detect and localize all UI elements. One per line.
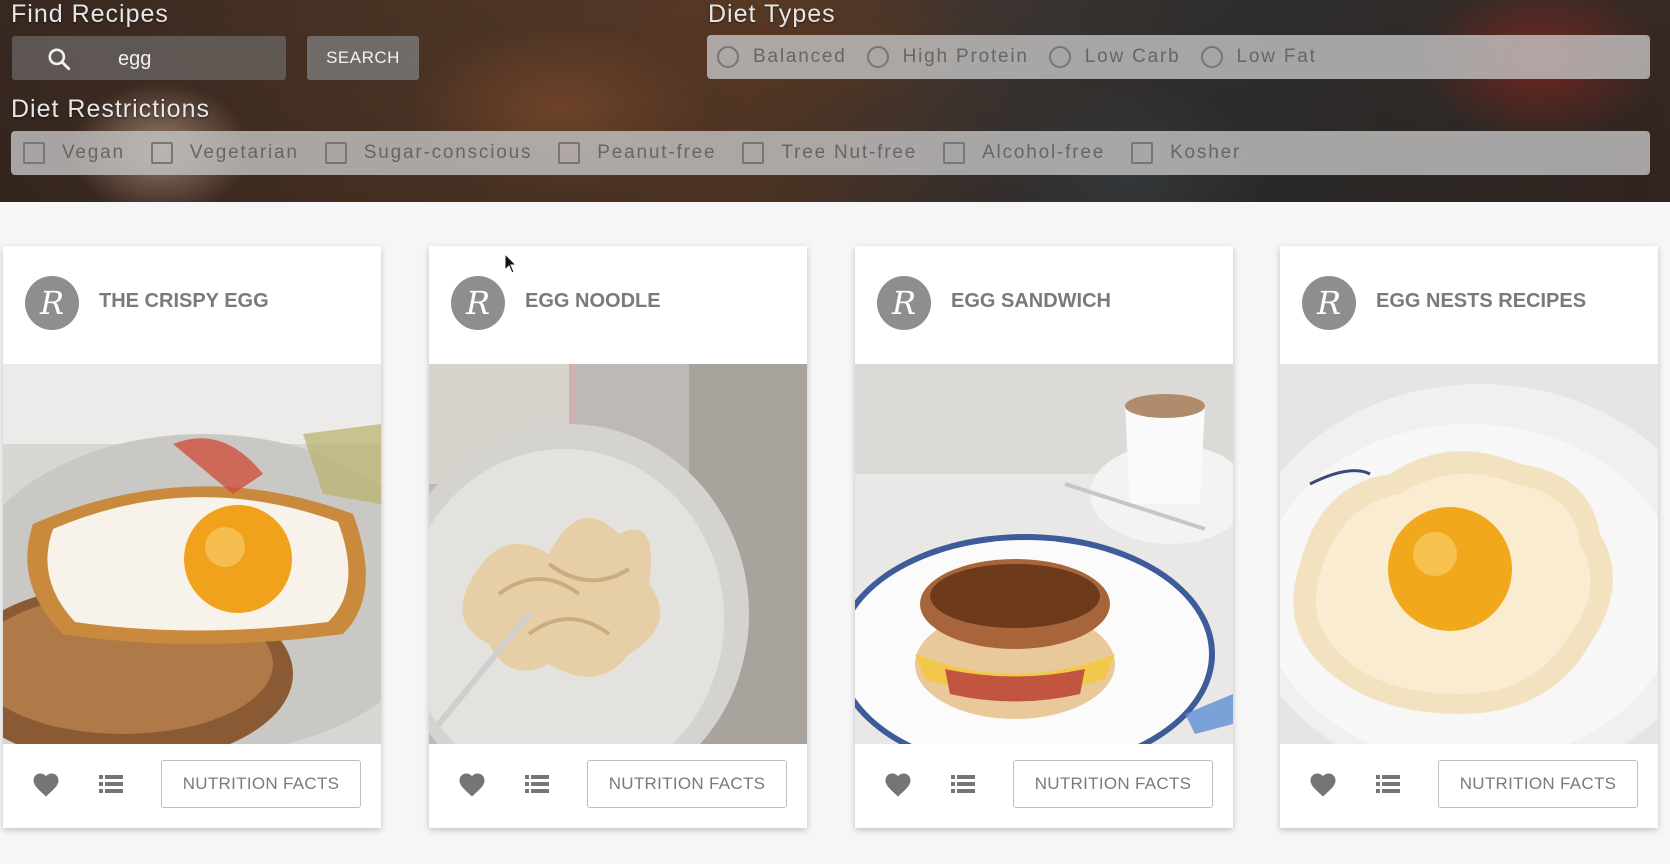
diet-type-low-carb[interactable]: Low Carb — [1048, 46, 1181, 68]
ingredients-list-icon[interactable] — [951, 774, 975, 794]
search-button[interactable]: SEARCH — [307, 36, 419, 80]
recipe-photo[interactable] — [3, 364, 381, 744]
nutrition-facts-button[interactable]: NUTRITION FACTS — [1013, 760, 1213, 808]
restriction-peanut-free[interactable]: Peanut-free — [558, 142, 716, 164]
radio-button[interactable] — [1048, 46, 1071, 68]
restriction-label: Peanut-free — [597, 142, 717, 163]
restriction-label: Alcohol-free — [982, 142, 1106, 163]
favorite-heart-icon[interactable] — [457, 770, 487, 798]
recipe-photo[interactable] — [429, 364, 807, 744]
diet-type-balanced[interactable]: Balanced — [717, 46, 847, 68]
restriction-alcohol-free[interactable]: Alcohol-free — [943, 142, 1105, 164]
search-input[interactable] — [116, 42, 280, 76]
restriction-label: Vegetarian — [189, 142, 299, 163]
diet-type-label: Low Fat — [1236, 46, 1317, 67]
diet-type-label: Low Carb — [1084, 46, 1181, 67]
ingredients-list-icon[interactable] — [525, 774, 549, 794]
restriction-sugar-conscious[interactable]: Sugar-conscious — [324, 142, 533, 164]
search-field[interactable] — [12, 36, 286, 80]
ingredients-list-icon[interactable] — [1376, 774, 1400, 794]
diet-restrictions-heading: Diet Restrictions — [11, 95, 210, 123]
mouse-cursor-icon — [504, 253, 518, 274]
recipe-avatar: R — [1302, 276, 1356, 330]
restriction-kosher[interactable]: Kosher — [1131, 142, 1241, 164]
restriction-label: Vegan — [62, 142, 125, 163]
diet-type-low-fat[interactable]: Low Fat — [1200, 46, 1317, 68]
nutrition-facts-button[interactable]: NUTRITION FACTS — [1438, 760, 1638, 808]
recipe-title: EGG SANDWICH — [951, 290, 1111, 312]
diet-restrictions-panel: Vegan Vegetarian Sugar-conscious Peanut-… — [11, 131, 1650, 175]
diet-type-label: Balanced — [753, 46, 847, 67]
checkbox[interactable] — [324, 142, 347, 164]
recipe-avatar: R — [451, 276, 505, 330]
recipe-avatar: R — [25, 276, 79, 330]
recipe-title: EGG NOODLE — [525, 290, 661, 312]
restriction-vegan[interactable]: Vegan — [23, 142, 125, 164]
radio-button[interactable] — [866, 46, 889, 68]
radio-button[interactable] — [717, 46, 739, 68]
recipe-card[interactable]: R EGG NESTS RECIPES NUTRITION FACTS — [1280, 246, 1658, 828]
restriction-vegetarian[interactable]: Vegetarian — [150, 142, 299, 164]
checkbox[interactable] — [1131, 142, 1154, 164]
search-icon — [48, 48, 71, 71]
recipe-avatar: R — [877, 276, 931, 330]
nutrition-facts-button[interactable]: NUTRITION FACTS — [587, 760, 787, 808]
favorite-heart-icon[interactable] — [1308, 770, 1338, 798]
recipe-title: EGG NESTS RECIPES — [1376, 290, 1587, 312]
header-banner: Find Recipes SEARCH Diet Types Balanced … — [0, 0, 1670, 202]
favorite-heart-icon[interactable] — [883, 770, 913, 798]
radio-button[interactable] — [1200, 46, 1223, 68]
recipe-photo[interactable] — [1280, 364, 1658, 744]
checkbox[interactable] — [558, 142, 581, 164]
favorite-heart-icon[interactable] — [31, 770, 61, 798]
checkbox[interactable] — [742, 142, 765, 164]
nutrition-facts-button[interactable]: NUTRITION FACTS — [161, 760, 361, 808]
diet-type-label: High Protein — [902, 46, 1029, 67]
recipe-card[interactable]: R EGG SANDWICH NUTRITION FACTS — [855, 246, 1233, 828]
checkbox[interactable] — [23, 142, 45, 164]
restriction-label: Kosher — [1170, 142, 1242, 163]
checkbox[interactable] — [943, 142, 966, 164]
find-recipes-heading: Find Recipes — [11, 0, 169, 28]
recipe-card[interactable]: R THE CRISPY EGG NUTRITION FACTS — [3, 246, 381, 828]
recipe-title: THE CRISPY EGG — [99, 290, 269, 312]
restriction-label: Tree Nut-free — [781, 142, 918, 163]
diet-type-high-protein[interactable]: High Protein — [866, 46, 1029, 68]
diet-types-heading: Diet Types — [708, 0, 836, 28]
ingredients-list-icon[interactable] — [99, 774, 123, 794]
diet-types-panel: Balanced High Protein Low Carb Low Fat — [707, 35, 1650, 79]
restriction-label: Sugar-conscious — [363, 142, 533, 163]
recipe-photo[interactable] — [855, 364, 1233, 744]
checkbox[interactable] — [150, 142, 173, 164]
restriction-tree-nut-free[interactable]: Tree Nut-free — [742, 142, 917, 164]
recipe-card[interactable]: R EGG NOODLE NUTRITION FACTS — [429, 246, 807, 828]
